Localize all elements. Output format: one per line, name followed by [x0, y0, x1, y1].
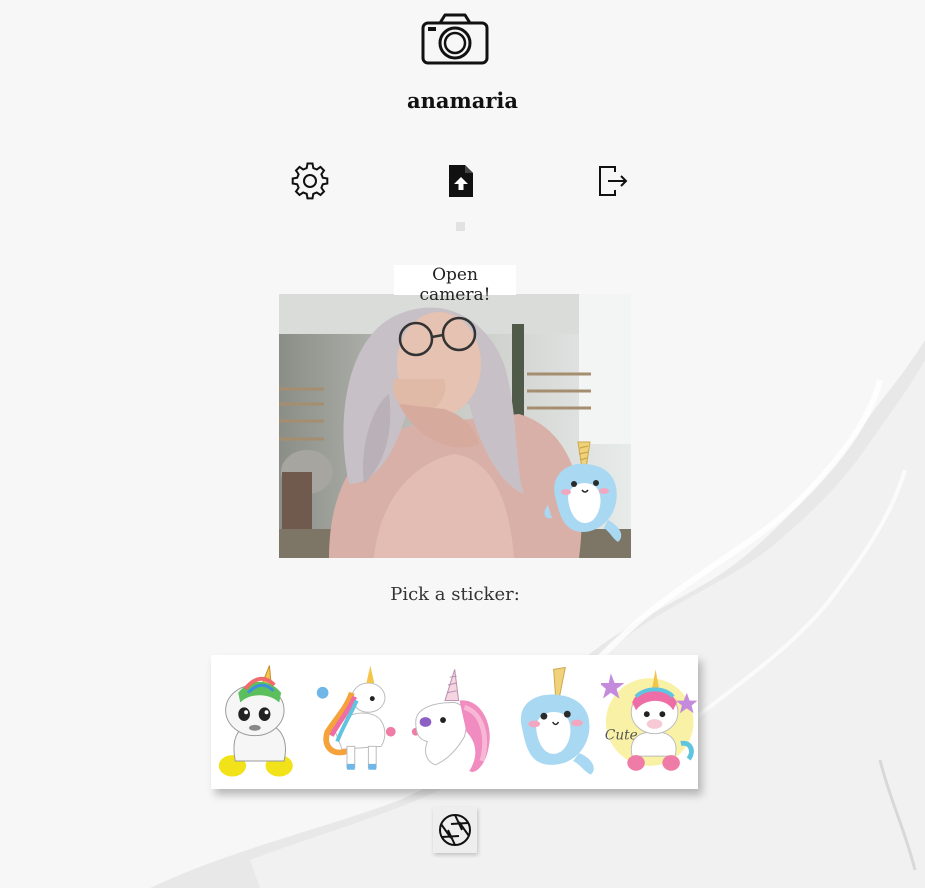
pick-sticker-label: Pick a sticker:	[390, 584, 520, 605]
sticker-unicorn-running[interactable]	[308, 662, 405, 782]
open-camera-button[interactable]: Open camera!	[394, 265, 516, 305]
sticker-strip: Cute	[211, 655, 698, 789]
camera-icon	[421, 13, 489, 65]
sticker-unicorn-head-pink[interactable]	[406, 662, 503, 782]
narwhal-overlay-sticker	[544, 441, 622, 542]
shutter-button[interactable]	[433, 807, 477, 853]
sticker-narwhal[interactable]	[503, 662, 600, 782]
shutter-icon	[439, 814, 471, 846]
sticker-unicorn-cute-sitting[interactable]: Cute	[600, 662, 698, 782]
gear-icon[interactable]	[291, 162, 329, 200]
status-dot	[456, 222, 465, 231]
logout-icon[interactable]	[593, 162, 631, 200]
username: anamaria	[407, 88, 518, 113]
file-upload-icon[interactable]	[441, 162, 479, 200]
sticker-unicorn-sitting-white[interactable]	[211, 662, 308, 782]
